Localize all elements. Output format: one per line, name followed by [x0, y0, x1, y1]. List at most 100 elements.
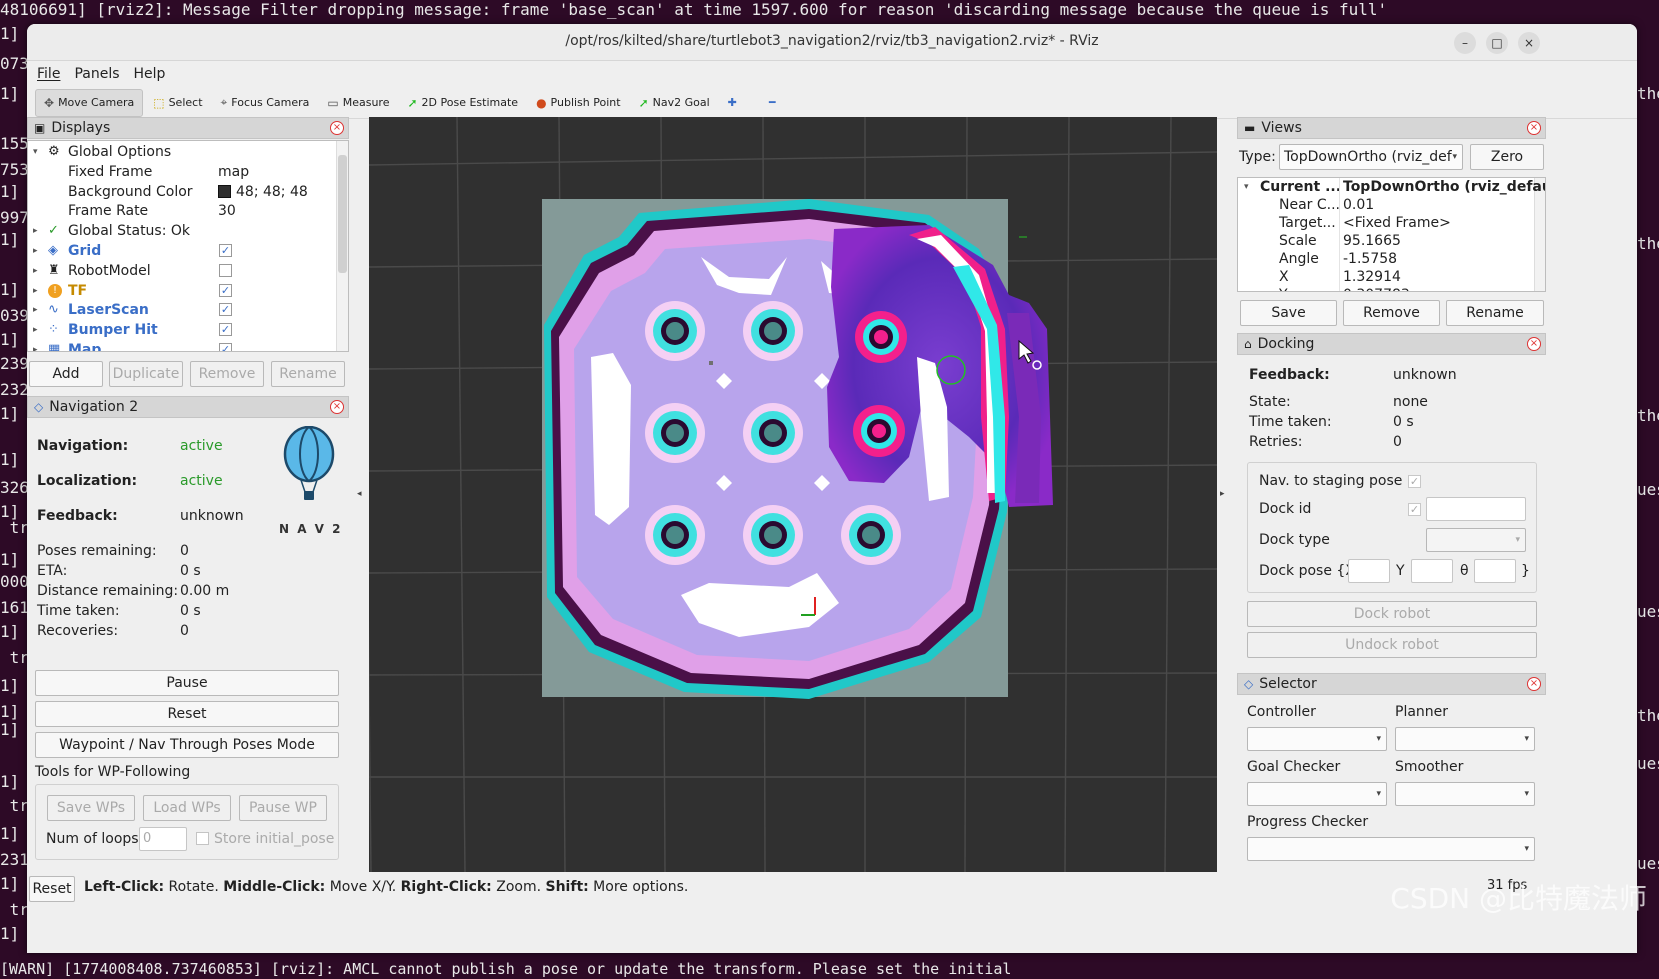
undock-robot-button[interactable]: Undock robot: [1247, 632, 1537, 658]
remove-tool-button[interactable]: ━: [761, 89, 784, 117]
menu-panels[interactable]: Panels: [74, 66, 119, 82]
add-tool-button[interactable]: ✚: [720, 89, 745, 117]
display-row-robotmodel[interactable]: ▸ ♜ RobotModel: [28, 261, 334, 281]
dock-robot-button[interactable]: Dock robot: [1247, 601, 1537, 627]
display-row-frame-rate[interactable]: Frame Rate 30: [28, 201, 334, 221]
pause-button[interactable]: Pause: [35, 670, 339, 696]
display-row-fixed-frame[interactable]: Fixed Frame map: [28, 162, 334, 182]
menu-file[interactable]: File: [37, 66, 60, 82]
close-docking-icon[interactable]: ×: [1527, 337, 1541, 351]
menu-help[interactable]: Help: [134, 66, 166, 82]
zero-view-button[interactable]: Zero: [1470, 144, 1544, 170]
display-row-global-status-ok[interactable]: ▸ ✓ Global Status: Ok: [28, 221, 334, 241]
dock-id-input[interactable]: [1426, 497, 1526, 521]
current-view-row[interactable]: ▾ Current ...TopDownOrtho (rviz_defaul...: [1238, 178, 1545, 196]
views-tree[interactable]: ▾ Current ...TopDownOrtho (rviz_defaul...…: [1237, 177, 1546, 292]
maximize-button[interactable]: □: [1486, 32, 1508, 54]
display-row-laserscan[interactable]: ▸ ∿ LaserScan ✓: [28, 300, 334, 320]
chevron-right-icon[interactable]: ▸: [33, 340, 43, 351]
close-window-button[interactable]: ×: [1518, 32, 1540, 54]
view-property-row[interactable]: Near C... 0.01: [1238, 196, 1531, 214]
display-property-value[interactable]: 48; 48; 48: [218, 182, 308, 202]
store-initial-pose-checkbox[interactable]: [196, 832, 209, 845]
dock-pose-y-input[interactable]: [1411, 559, 1453, 583]
display-enable-checkbox[interactable]: ✓: [219, 343, 232, 351]
view-type-select[interactable]: TopDownOrtho (rviz_def ▾: [1279, 144, 1463, 170]
view-property-value[interactable]: 1.32914: [1343, 268, 1401, 286]
dock-id-checkbox[interactable]: ✓: [1408, 503, 1421, 516]
goal-checker-select[interactable]: ▾: [1247, 782, 1387, 806]
map-render[interactable]: [369, 117, 1217, 872]
close-displays-icon[interactable]: ×: [330, 121, 344, 135]
chevron-right-icon[interactable]: ▸: [33, 300, 43, 320]
display-enable-checkbox[interactable]: ✓: [219, 323, 232, 337]
view-property-value[interactable]: 95.1665: [1343, 232, 1401, 250]
display-row-tf[interactable]: ▸! TF ✓: [28, 281, 334, 301]
view-property-row[interactable]: X 1.32914: [1238, 268, 1531, 286]
view-property-value[interactable]: -1.5758: [1343, 250, 1397, 268]
dock-type-select[interactable]: ▾: [1426, 528, 1526, 552]
close-views-icon[interactable]: ×: [1527, 121, 1541, 135]
num-loops-input[interactable]: 0: [139, 827, 187, 851]
displays-tree[interactable]: ▾ ⚙ Global Options Fixed Frame map Background…: [27, 140, 349, 352]
status-reset-button[interactable]: Reset: [29, 876, 75, 902]
tool-publish-point-button[interactable]: ● Publish Point: [528, 89, 629, 117]
tool-move-camera-button[interactable]: ✥ Move Camera: [35, 88, 144, 117]
display-enable-checkbox[interactable]: [219, 263, 232, 277]
tool-measure-button[interactable]: ▭ Measure: [319, 89, 397, 117]
nav-staging-checkbox[interactable]: ✓: [1408, 475, 1421, 488]
save-view-button[interactable]: Save: [1240, 300, 1337, 326]
tool-select-button[interactable]: ⬚ Select: [145, 89, 210, 117]
display-property-value[interactable]: 30: [218, 201, 236, 221]
view-property-value[interactable]: 0.307783: [1343, 286, 1410, 291]
tool-focus-camera-button[interactable]: ⌖ Focus Camera: [213, 89, 318, 117]
chevron-right-icon[interactable]: ▸: [33, 261, 43, 281]
display-row-grid[interactable]: ▸ ◈ Grid ✓: [28, 241, 334, 261]
chevron-down-icon[interactable]: ▾: [33, 142, 43, 162]
progress-checker-select[interactable]: ▾: [1247, 837, 1535, 861]
view-property-value[interactable]: 0.01: [1343, 196, 1374, 214]
view-property-row[interactable]: Y 0.307783: [1238, 286, 1531, 291]
display-enable-checkbox[interactable]: ✓: [219, 283, 232, 297]
close-selector-icon[interactable]: ×: [1527, 677, 1541, 691]
planner-select[interactable]: ▾: [1395, 727, 1535, 751]
reset-button[interactable]: Reset: [35, 701, 339, 727]
waypoint-mode-button[interactable]: Waypoint / Nav Through Poses Mode: [35, 732, 339, 758]
remove-view-button[interactable]: Remove: [1343, 300, 1440, 326]
view-property-value[interactable]: <Fixed Frame>: [1343, 214, 1451, 232]
view-property-row[interactable]: Scale 95.1665: [1238, 232, 1531, 250]
right-splitter-arrow-icon[interactable]: ▸: [1220, 489, 1225, 499]
duplicate-display-button[interactable]: Duplicate: [109, 361, 183, 387]
display-enable-checkbox[interactable]: ✓: [219, 303, 232, 317]
display-property-value[interactable]: map: [218, 162, 249, 182]
smoother-select[interactable]: ▾: [1395, 782, 1535, 806]
remove-display-button[interactable]: Remove: [190, 361, 264, 387]
chevron-down-icon[interactable]: ▾: [1244, 178, 1254, 196]
chevron-right-icon[interactable]: ▸: [33, 281, 43, 301]
display-row-global-options[interactable]: ▾ ⚙ Global Options: [28, 142, 334, 162]
pause-wp-button[interactable]: Pause WP: [239, 795, 327, 821]
rename-display-button[interactable]: Rename: [271, 361, 345, 387]
left-splitter-arrow-icon[interactable]: ◂: [357, 489, 362, 499]
chevron-right-icon[interactable]: ▸: [33, 221, 43, 241]
view-property-row[interactable]: Angle -1.5758: [1238, 250, 1531, 268]
display-enable-checkbox[interactable]: ✓: [219, 244, 232, 257]
tool-pose-estimate-button[interactable]: ➚ 2D Pose Estimate: [399, 89, 526, 117]
load-wps-button[interactable]: Load WPs: [143, 795, 231, 821]
display-row-bumper-hit[interactable]: ▸ ⁘ Bumper Hit ✓: [28, 320, 334, 340]
controller-select[interactable]: ▾: [1247, 727, 1387, 751]
chevron-right-icon[interactable]: ▸: [33, 241, 43, 261]
minimize-button[interactable]: –: [1454, 32, 1476, 54]
add-display-button[interactable]: Add: [29, 361, 103, 387]
display-row-background-color[interactable]: Background Color 48; 48; 48: [28, 182, 334, 202]
close-navigation-icon[interactable]: ×: [330, 400, 344, 414]
save-wps-button[interactable]: Save WPs: [47, 795, 135, 821]
displays-scrollbar[interactable]: [336, 141, 348, 351]
dock-pose-theta-input[interactable]: [1474, 559, 1516, 583]
3d-viewport[interactable]: [369, 117, 1217, 872]
display-row-map[interactable]: ▸ ▦ Map ✓: [28, 340, 334, 351]
view-property-row[interactable]: Target... <Fixed Frame>: [1238, 214, 1531, 232]
rename-view-button[interactable]: Rename: [1446, 300, 1544, 326]
tool-nav2-goal-button[interactable]: ➚ Nav2 Goal: [631, 89, 718, 117]
dock-pose-x-input[interactable]: [1348, 559, 1390, 583]
